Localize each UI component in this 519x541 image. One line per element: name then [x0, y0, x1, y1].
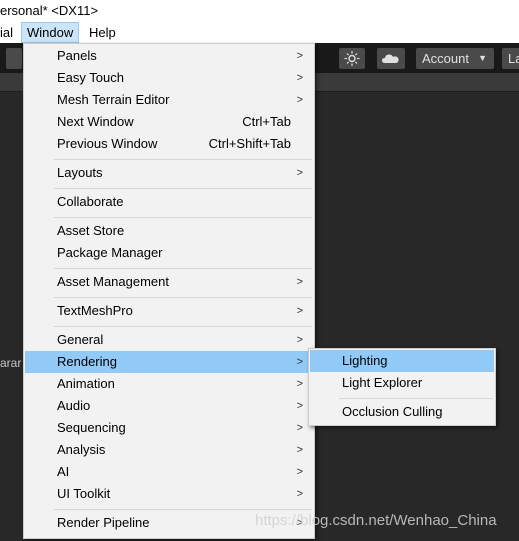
menu-item-label: General [57, 332, 104, 347]
chevron-right-icon: > [296, 466, 303, 478]
toolbar-tool-button[interactable] [6, 48, 22, 69]
menu-item-label: Rendering [57, 354, 117, 369]
chevron-right-icon: > [296, 305, 303, 317]
menu-item-general[interactable]: General > [25, 329, 313, 351]
menu-item-label: Panels [57, 48, 97, 63]
menu-item-package-manager[interactable]: Package Manager [25, 242, 313, 264]
menu-item-audio[interactable]: Audio > [25, 395, 313, 417]
menu-item-asset-management[interactable]: Asset Management > [25, 271, 313, 293]
menu-help[interactable]: Help [84, 22, 121, 43]
cloud-icon[interactable] [377, 48, 405, 69]
sparkle-glyph [344, 51, 360, 66]
menu-item-layouts[interactable]: Layouts > [25, 162, 313, 184]
chevron-right-icon: > [296, 444, 303, 456]
menu-separator [54, 326, 312, 327]
menu-item-textmeshpro[interactable]: TextMeshPro > [25, 300, 313, 322]
menu-item-label: Next Window [57, 114, 134, 129]
menu-item-ai[interactable]: AI > [25, 461, 313, 483]
menu-item-label: Mesh Terrain Editor [57, 92, 170, 107]
chevron-down-icon: ▼ [478, 53, 487, 63]
window-title: ersonal* <DX11> [0, 3, 99, 18]
menu-item-sequencing[interactable]: Sequencing > [25, 417, 313, 439]
rendering-submenu: Lighting Light Explorer Occlusion Cullin… [308, 348, 496, 426]
menu-item-label: Sequencing [57, 420, 126, 435]
settings-sparkle-icon[interactable] [339, 48, 365, 69]
menu-item-label: Layouts [57, 165, 103, 180]
chevron-right-icon: > [296, 50, 303, 62]
chevron-right-icon: > [296, 422, 303, 434]
menu-item-label: Previous Window [57, 136, 158, 151]
menu-item-label: Collaborate [57, 194, 124, 209]
menu-separator [54, 188, 312, 189]
menu-item-previous-window[interactable]: Previous Window Ctrl+Shift+Tab [25, 133, 313, 155]
menu-item-analysis[interactable]: Analysis > [25, 439, 313, 461]
menu-item-asset-store[interactable]: Asset Store [25, 220, 313, 242]
menu-window[interactable]: Window [21, 22, 80, 43]
menu-item-label: Easy Touch [57, 70, 124, 85]
watermark-text: https://blog.csdn.net/Wenhao_China [255, 512, 497, 529]
menu-item-label: Animation [57, 376, 115, 391]
chevron-right-icon: > [296, 94, 303, 106]
menu-material[interactable]: ial [0, 22, 18, 43]
window-menu-dropdown: Panels > Easy Touch > Mesh Terrain Editor >… [23, 43, 315, 539]
menu-separator [54, 509, 312, 510]
chevron-right-icon: > [296, 400, 303, 412]
menu-item-ui-toolkit[interactable]: UI Toolkit > [25, 483, 313, 505]
menu-item-mesh-terrain-editor[interactable]: Mesh Terrain Editor > [25, 89, 313, 111]
menu-item-label: Audio [57, 398, 91, 413]
menu-item-panels[interactable]: Panels > [25, 45, 313, 67]
menu-item-animation[interactable]: Animation > [25, 373, 313, 395]
cloud-glyph [382, 54, 399, 63]
menu-item-label: Occlusion Culling [342, 404, 443, 419]
submenu-item-occlusion-culling[interactable]: Occlusion Culling [310, 401, 494, 423]
menu-item-collaborate[interactable]: Collaborate [25, 191, 313, 213]
layers-dropdown[interactable]: La [502, 48, 519, 69]
account-label: Account [422, 51, 469, 66]
menu-item-label: UI Toolkit [57, 486, 111, 501]
layers-label: La [508, 51, 519, 66]
menu-item-label: AI [57, 464, 70, 479]
menu-item-label: Light Explorer [342, 375, 423, 390]
menu-item-easy-touch[interactable]: Easy Touch > [25, 67, 313, 89]
menu-item-label: Asset Store [57, 223, 125, 238]
chevron-right-icon: > [296, 72, 303, 84]
submenu-item-light-explorer[interactable]: Light Explorer [310, 372, 494, 394]
menu-item-label: Package Manager [57, 245, 163, 260]
chevron-right-icon: > [296, 356, 303, 368]
menu-separator [54, 297, 312, 298]
chevron-right-icon: > [296, 167, 303, 179]
menu-item-label: Render Pipeline [57, 515, 150, 530]
menu-item-label: Lighting [342, 353, 388, 368]
chevron-right-icon: > [296, 378, 303, 390]
menu-item-next-window[interactable]: Next Window Ctrl+Tab [25, 111, 313, 133]
menu-item-shortcut: Ctrl+Tab [242, 114, 291, 129]
main-menu-bar: ial Window Help [0, 22, 519, 43]
window-title-bar: ersonal* <DX11> [0, 0, 519, 22]
chevron-right-icon: > [296, 488, 303, 500]
menu-separator [54, 268, 312, 269]
menu-item-label: Analysis [57, 442, 106, 457]
submenu-item-lighting[interactable]: Lighting [310, 350, 494, 372]
menu-separator [54, 217, 312, 218]
inspector-partial-label: arar [0, 356, 22, 370]
menu-item-rendering[interactable]: Rendering > [25, 351, 313, 373]
menu-item-shortcut: Ctrl+Shift+Tab [208, 136, 291, 151]
account-dropdown[interactable]: Account ▼ [416, 48, 494, 69]
menu-item-label: TextMeshPro [57, 303, 133, 318]
menu-separator [54, 159, 312, 160]
menu-separator [339, 398, 493, 399]
chevron-right-icon: > [296, 334, 303, 346]
menu-item-label: Asset Management [57, 274, 170, 289]
chevron-right-icon: > [296, 276, 303, 288]
